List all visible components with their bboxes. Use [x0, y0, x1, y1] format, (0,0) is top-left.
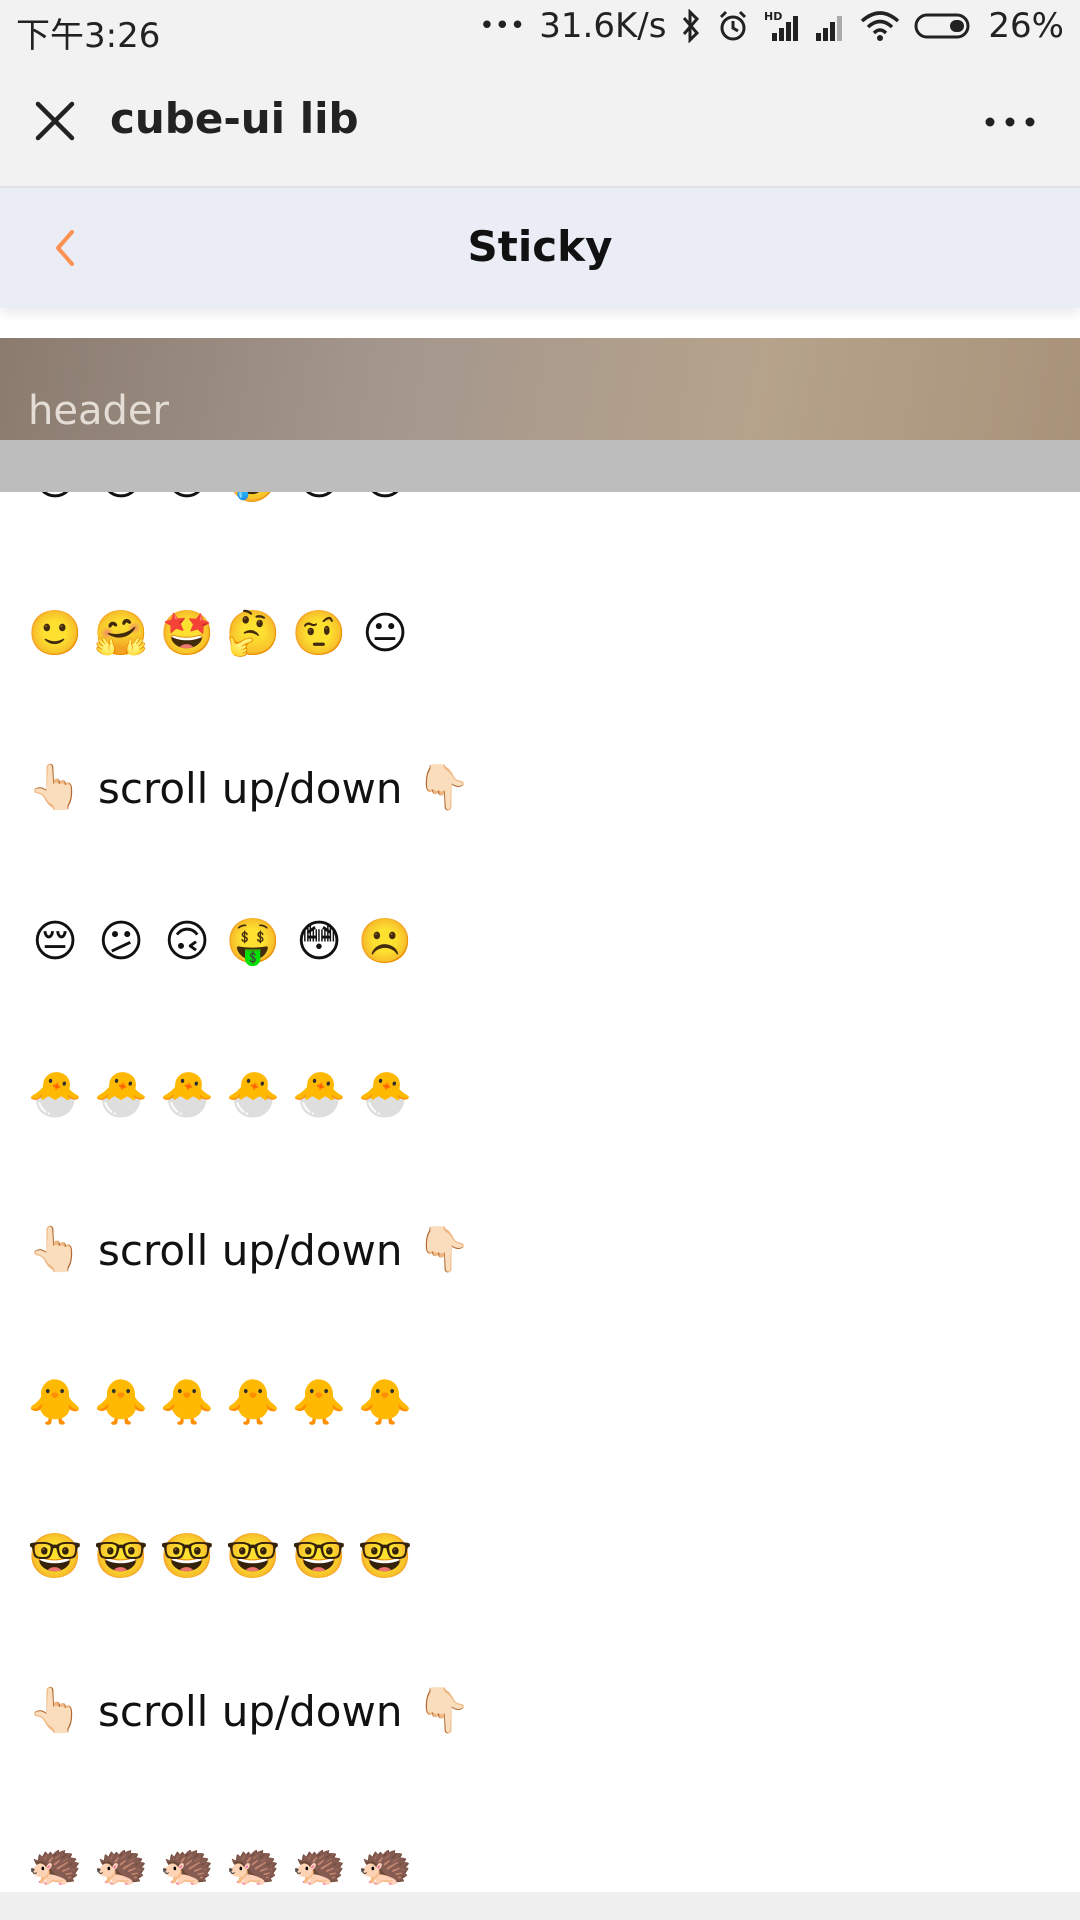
pointing-up-icon: 👆🏻 — [27, 1685, 83, 1736]
sticky-header: header — [0, 338, 1080, 440]
app-title: cube-ui lib — [110, 94, 359, 143]
emoji-icon: 🐥 — [357, 1377, 413, 1428]
pointing-down-icon: 👇🏻 — [416, 1685, 471, 1736]
svg-text:HD: HD — [764, 10, 782, 23]
header-label: header — [28, 388, 169, 434]
wifi-icon — [860, 6, 900, 46]
emoji-icon: 😀 — [28, 492, 82, 507]
emoji-icon: 🦔 — [357, 1839, 413, 1890]
emoji-icon: 🤓 — [159, 1531, 215, 1582]
emoji-icon: 🐣 — [357, 1069, 413, 1120]
network-speed: 31.6K/s — [539, 6, 667, 46]
hd-signal-icon: HD — [764, 6, 800, 46]
emoji-icon: 🤔 — [225, 608, 281, 659]
emoji-icon: 🐣 — [93, 1069, 149, 1120]
emoji-icon: 🦔 — [159, 1839, 215, 1890]
emoji-icon: 😃 — [292, 492, 346, 507]
scroll-hint-row: 👆🏻 scroll up/down 👇🏻 — [28, 1210, 482, 1290]
emoji-icon: 🤓 — [357, 1531, 413, 1582]
scroll-hint-row: 👆🏻 scroll up/down 👇🏻 — [28, 748, 482, 828]
emoji-row: 🦔 🦔 🦔 🦔 🦔 🦔 — [28, 1825, 424, 1892]
emoji-icon: 🐥 — [27, 1377, 83, 1428]
emoji-icon: 😳 — [296, 916, 342, 967]
more-icon[interactable] — [980, 102, 1040, 142]
emoji-icon: 🙂 — [27, 608, 83, 659]
bottom-edge — [0, 1892, 1080, 1920]
emoji-row: 😀 😁 😂 🤣 😃 😄 — [28, 492, 424, 520]
emoji-icon: 🐥 — [225, 1377, 281, 1428]
bluetooth-icon — [680, 6, 702, 46]
emoji-icon: ☹️ — [357, 916, 413, 967]
emoji-row: 🤓 🤓 🤓 🤓 🤓 🤓 — [28, 1517, 424, 1597]
status-time: 下午3:26 — [16, 16, 161, 56]
emoji-icon: 😐 — [362, 608, 408, 659]
page-title: Sticky — [467, 222, 613, 271]
emoji-icon: 🦔 — [93, 1839, 149, 1890]
emoji-icon: 😔 — [32, 916, 78, 967]
emoji-icon: 🤓 — [27, 1531, 83, 1582]
alarm-icon — [716, 6, 750, 46]
emoji-icon: 🦔 — [225, 1839, 281, 1890]
emoji-icon: 🐥 — [159, 1377, 215, 1428]
emoji-icon: 🐣 — [159, 1069, 215, 1120]
emoji-icon: 🐥 — [93, 1377, 149, 1428]
nav-bar: Sticky — [0, 188, 1080, 308]
emoji-row: 🐣 🐣 🐣 🐣 🐣 🐣 — [28, 1055, 424, 1135]
emoji-icon: 🤓 — [291, 1531, 347, 1582]
emoji-icon: 😁 — [94, 492, 148, 507]
signal-icon — [814, 6, 846, 46]
emoji-row: 🐥 🐥 🐥 🐥 🐥 🐥 — [28, 1363, 424, 1443]
sticky-strip — [0, 440, 1080, 492]
emoji-icon: 🙃 — [164, 916, 210, 967]
scroll-hint-text: scroll up/down — [98, 1225, 403, 1275]
battery-percent: 26% — [988, 6, 1064, 46]
status-icons: ••• 31.6K/s HD 26% — [479, 6, 1064, 46]
pointing-down-icon: 👇🏻 — [416, 762, 471, 813]
status-bar: 下午3:26 ••• 31.6K/s HD 26% — [0, 0, 1080, 58]
scroll-hint-text: scroll up/down — [98, 763, 403, 813]
emoji-icon: 🤨 — [291, 608, 347, 659]
scroll-content[interactable]: 😀😁😂🤣😃😄🙂🤗🤩🤔🤨😐👆🏻scroll up/down👇🏻😔😕🙃🤑😳☹️🐣🐣🐣… — [0, 492, 1080, 1892]
emoji-icon: 🐣 — [225, 1069, 281, 1120]
battery-icon — [914, 6, 974, 46]
emoji-icon: 🤗 — [93, 608, 149, 659]
emoji-row: 😔 😕 🙃 🤑 😳 ☹️ — [28, 902, 424, 982]
emoji-icon: 🐣 — [291, 1069, 347, 1120]
emoji-icon: 🤑 — [225, 916, 281, 967]
app-bar: cube-ui lib — [0, 58, 1080, 188]
emoji-row: 🙂 🤗 🤩 🤔 🤨 😐 — [28, 594, 424, 674]
scroll-hint-row: 👆🏻 scroll up/down 👇🏻 — [28, 1671, 482, 1751]
pointing-up-icon: 👆🏻 — [27, 1224, 83, 1275]
close-icon[interactable] — [30, 96, 80, 146]
emoji-icon: 😕 — [98, 916, 144, 967]
emoji-icon: 🤩 — [159, 608, 215, 659]
emoji-icon: 🤓 — [225, 1531, 281, 1582]
emoji-icon: 🦔 — [27, 1839, 83, 1890]
emoji-icon: 🐣 — [27, 1069, 83, 1120]
emoji-icon: 🐥 — [291, 1377, 347, 1428]
emoji-icon: 🦔 — [291, 1839, 347, 1890]
pointing-down-icon: 👇🏻 — [416, 1224, 471, 1275]
scroll-hint-text: scroll up/down — [98, 1686, 403, 1736]
emoji-icon: 😂 — [160, 492, 214, 507]
pointing-up-icon: 👆🏻 — [27, 762, 83, 813]
emoji-icon: 🤣 — [226, 492, 281, 507]
status-dots: ••• — [479, 11, 526, 41]
emoji-icon: 😄 — [358, 492, 412, 507]
emoji-icon: 🤓 — [93, 1531, 149, 1582]
